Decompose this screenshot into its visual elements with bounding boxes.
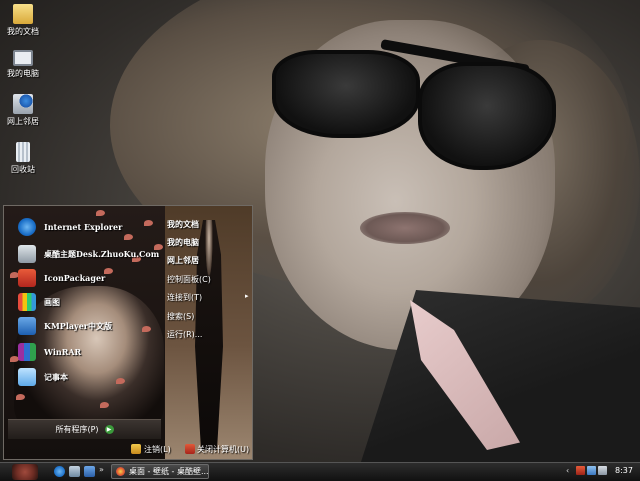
desktop-icon-label: 网上邻居 [7, 117, 39, 126]
internet-explorer-icon [18, 218, 36, 236]
start-menu: Internet Explorer 桌酷主题Desk.ZhuoKu.Com Ic… [3, 205, 253, 460]
start-item-paint[interactable]: 画图 [18, 291, 60, 313]
all-programs-button[interactable]: 所有程序(P) ▶ [8, 419, 161, 439]
start-item-zhuoku-theme[interactable]: 桌酷主题Desk.ZhuoKu.Com [18, 243, 159, 265]
network-icon [13, 94, 33, 114]
desktop-icon-label: 我的文档 [7, 27, 39, 36]
browser-icon [116, 467, 125, 476]
shutdown-button[interactable]: 关闭计算机(U) [197, 444, 249, 455]
tray-app-icon[interactable] [576, 466, 585, 475]
start-item-kmplayer[interactable]: KMPlayer中文版 [18, 315, 112, 337]
chevron-right-icon: ▸ [245, 292, 249, 300]
recycle-bin-icon [16, 142, 30, 162]
arrow-right-icon: ▶ [104, 425, 114, 434]
place-control-panel[interactable]: 控制面板(C) [167, 274, 211, 285]
quicklaunch-ie-icon[interactable] [54, 466, 65, 477]
iconpackager-icon [18, 269, 36, 287]
quicklaunch-media-icon[interactable] [84, 466, 95, 477]
quicklaunch-more-icon[interactable]: » [99, 465, 104, 474]
desktop-icon-my-documents[interactable]: 我的文档 [0, 4, 46, 37]
start-item-winrar[interactable]: WinRAR [18, 341, 81, 363]
paint-icon [18, 293, 36, 311]
place-my-documents[interactable]: 我的文档 [167, 219, 199, 230]
desktop-icon-network[interactable]: 网上邻居 [0, 94, 46, 127]
start-item-internet-explorer[interactable]: Internet Explorer [18, 216, 122, 238]
place-run[interactable]: 运行(R)... [167, 329, 202, 340]
desktop-icon-my-computer[interactable]: 我的电脑 [0, 48, 46, 79]
system-tray: ‹ 8:37 [566, 463, 640, 481]
taskbar-button-label: 桌面 - 壁纸 - 桌酷壁... [129, 467, 208, 476]
start-item-label: 桌酷主题Desk.ZhuoKu.Com [44, 248, 160, 259]
start-item-label: 画图 [44, 296, 60, 307]
start-menu-footer: 注销(L) 关闭计算机(U) [4, 441, 252, 459]
desktop-icon-recycle-bin[interactable]: 回收站 [0, 142, 46, 175]
place-network[interactable]: 网上邻居 [167, 255, 199, 266]
winrar-icon [18, 343, 36, 361]
start-item-label: IconPackager [44, 273, 106, 283]
theme-icon [18, 245, 36, 263]
folder-icon [13, 4, 33, 24]
computer-icon [13, 50, 33, 66]
place-connect-to[interactable]: 连接到(T) [167, 292, 202, 303]
volume-icon[interactable] [598, 466, 607, 475]
start-menu-programs-pane: Internet Explorer 桌酷主题Desk.ZhuoKu.Com Ic… [4, 206, 165, 459]
desktop-icon-label: 我的电脑 [7, 69, 39, 78]
clock[interactable]: 8:37 [615, 466, 633, 475]
start-item-notepad[interactable]: 记事本 [18, 366, 68, 388]
place-search[interactable]: 搜索(S) [167, 311, 194, 322]
start-item-label: Internet Explorer [44, 222, 123, 232]
place-my-computer[interactable]: 我的电脑 [167, 237, 199, 248]
all-programs-label: 所有程序(P) [55, 425, 99, 434]
start-item-iconpackager[interactable]: IconPackager [18, 267, 105, 289]
kmplayer-icon [18, 317, 36, 335]
shutdown-icon [185, 444, 195, 454]
start-button[interactable] [12, 464, 38, 480]
start-item-label: 记事本 [44, 371, 68, 382]
tray-expand-icon[interactable]: ‹ [566, 466, 569, 475]
start-item-label: KMPlayer中文版 [44, 320, 112, 331]
start-item-label: WinRAR [44, 347, 82, 357]
network-status-icon[interactable] [587, 466, 596, 475]
taskbar-button-window[interactable]: 桌面 - 壁纸 - 桌酷壁... [111, 464, 209, 479]
logoff-button[interactable]: 注销(L) [144, 444, 171, 455]
notepad-icon [18, 368, 36, 386]
quicklaunch-show-desktop-icon[interactable] [69, 466, 80, 477]
logoff-icon [131, 444, 141, 454]
desktop-icon-label: 回收站 [11, 165, 35, 174]
taskbar: » 桌面 - 壁纸 - 桌酷壁... ‹ 8:37 [0, 462, 640, 481]
